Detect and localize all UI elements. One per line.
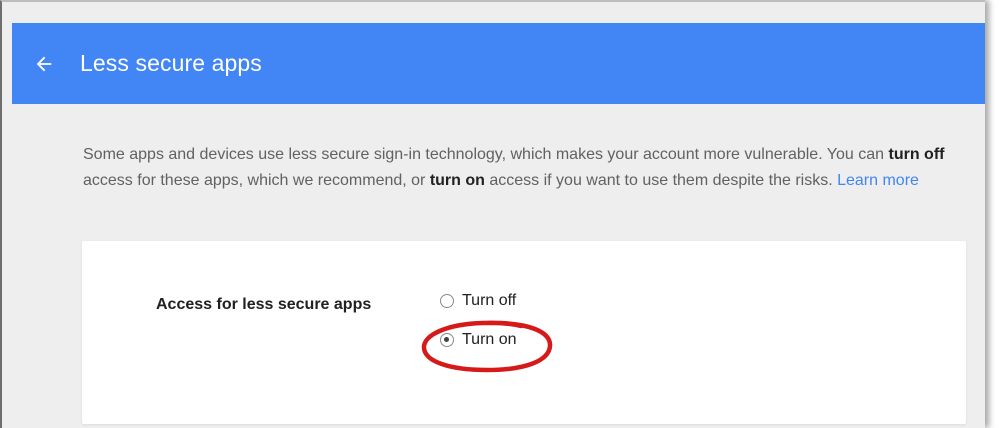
window-frame: Less secure apps Some apps and devices u…: [0, 0, 985, 428]
radio-option-turn-off[interactable]: Turn off: [440, 292, 516, 310]
radio-label-turn-on: Turn on: [462, 331, 517, 348]
description-bold-turn-off: turn off: [888, 146, 945, 163]
description-part-3: access if you want to use them despite t…: [484, 172, 838, 189]
back-button[interactable]: [18, 38, 70, 90]
app-bar: Less secure apps: [12, 23, 985, 104]
arrow-back-icon: [36, 56, 52, 71]
radio-turn-on[interactable]: [440, 333, 454, 347]
setting-card: Access for less secure apps Turn off Tur…: [82, 241, 966, 424]
description-bold-turn-on: turn on: [429, 172, 485, 189]
page-title: Less secure apps: [80, 50, 262, 76]
description-part-2: access for these apps, which we recommen…: [83, 172, 430, 189]
radio-label-turn-off: Turn off: [462, 292, 517, 309]
learn-more-link[interactable]: Learn more: [837, 172, 919, 189]
setting-label: Access for less secure apps: [156, 296, 372, 313]
description-part-1: Some apps and devices use less secure si…: [83, 146, 889, 163]
radio-option-turn-on[interactable]: Turn on: [440, 331, 517, 349]
description-text: Some apps and devices use less secure si…: [83, 142, 983, 194]
main-content: Some apps and devices use less secure si…: [12, 104, 985, 428]
radio-turn-off[interactable]: [440, 294, 454, 308]
